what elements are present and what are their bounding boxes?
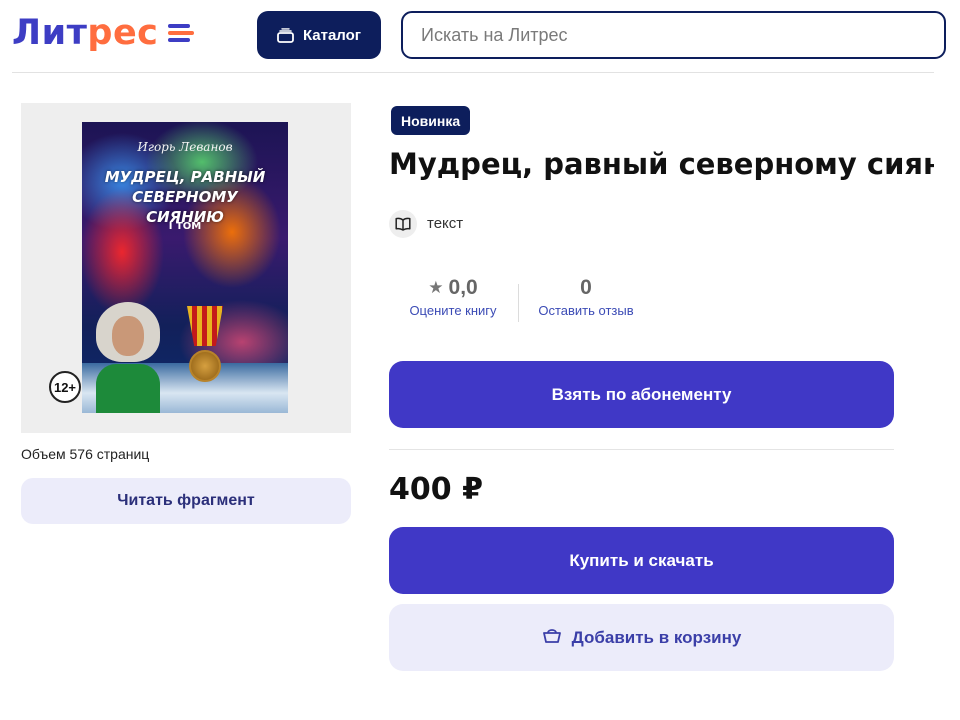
logo-text: Литрес	[12, 12, 159, 53]
book-cover[interactable]: Игорь Леванов МУДРЕЦ, РАВНЫЙ СЕВЕРНОМУ С…	[82, 122, 288, 413]
cover-author: Игорь Леванов	[137, 140, 233, 154]
logo-text-part2: рес	[87, 12, 159, 53]
reviews-count: 0	[580, 276, 592, 299]
leave-review-link[interactable]: Оставить отзыв	[527, 303, 645, 318]
book-icon	[389, 209, 417, 238]
rate-book-link[interactable]: Оцените книгу	[398, 303, 508, 318]
book-type: текст	[389, 209, 463, 238]
read-fragment-button[interactable]: Читать фрагмент	[21, 478, 351, 524]
add-to-cart-label: Добавить в корзину	[571, 627, 742, 647]
catalog-label: Каталог	[302, 26, 362, 44]
age-rating-badge: 12+	[49, 371, 81, 403]
price-divider	[389, 449, 894, 450]
new-badge: Новинка	[391, 106, 471, 135]
rating-value: 0,0	[448, 276, 478, 299]
page-count: Объем 576 страниц	[21, 446, 150, 462]
add-to-cart-button[interactable]: Добавить в корзину	[389, 604, 894, 671]
site-header: Литрес Каталог	[0, 0, 960, 70]
reviews[interactable]: 0 Оставить отзыв	[527, 276, 645, 318]
rate-book[interactable]: ★ 0,0 Оцените книгу	[398, 276, 508, 318]
basket-icon	[542, 626, 562, 649]
cover-title: МУДРЕЦ, РАВНЫЙ СЕВЕРНОМУ СИЯНИЮ	[104, 168, 266, 226]
subscription-button[interactable]: Взять по абонементу	[389, 361, 894, 428]
price: 400 ₽	[389, 472, 483, 507]
stack-icon	[277, 27, 294, 43]
search-box[interactable]	[401, 11, 946, 59]
search-input[interactable]	[421, 24, 944, 46]
header-divider	[12, 72, 934, 73]
book-title: Мудрец, равный северному сиянию	[389, 147, 934, 181]
litres-logo[interactable]: Литрес	[12, 12, 195, 54]
cover-portrait	[96, 302, 160, 413]
logo-text-part1: Лит	[12, 12, 88, 53]
buy-download-button[interactable]: Купить и скачать	[389, 527, 894, 594]
star-icon: ★	[428, 278, 444, 297]
book-type-label: текст	[427, 215, 464, 232]
rating-value-row: ★ 0,0	[398, 276, 508, 300]
cover-medal	[182, 306, 228, 396]
cover-volume: I ТОМ	[168, 221, 202, 232]
stats-divider	[518, 284, 519, 322]
catalog-button[interactable]: Каталог	[257, 11, 381, 59]
logo-mark-icon	[168, 22, 195, 44]
